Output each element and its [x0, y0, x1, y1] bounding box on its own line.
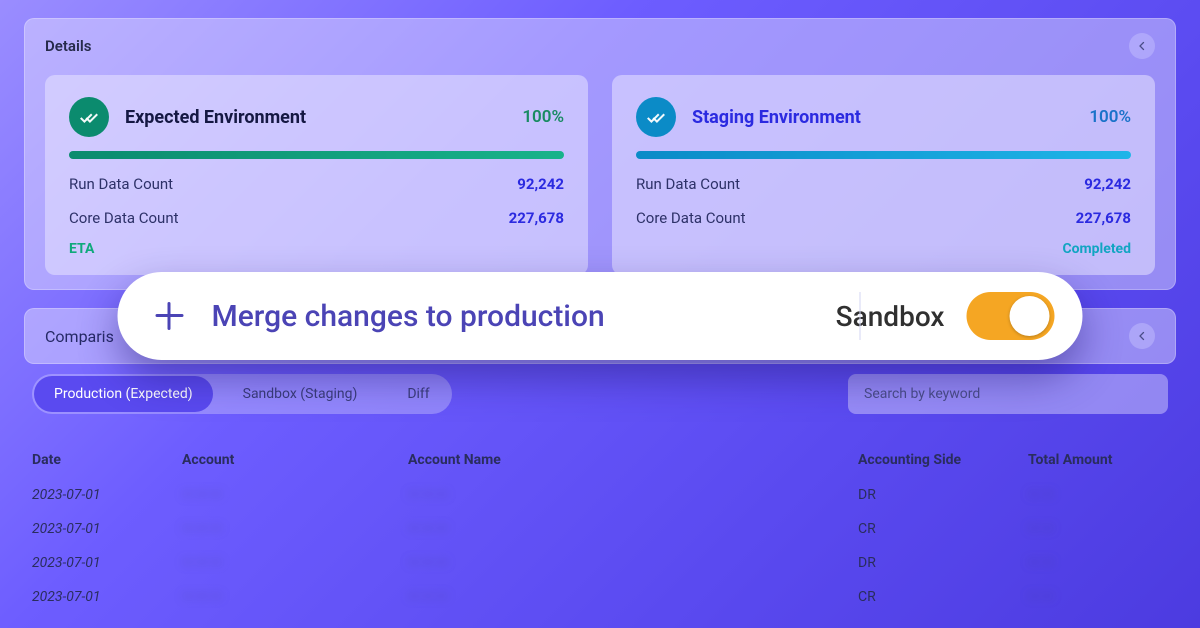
run-data-label: Run Data Count [636, 175, 740, 193]
cell-amount: — — [1020, 478, 1176, 512]
cell-amount: — — [1020, 546, 1176, 580]
chevron-left-icon [1136, 40, 1148, 52]
cell-account: — — — [174, 546, 400, 580]
percent-complete: 100% [522, 107, 564, 127]
environment-tabs: Production (Expected) Sandbox (Staging) … [32, 374, 452, 414]
col-account-name: Account Name [400, 442, 850, 478]
merge-button[interactable]: Merge changes to production [154, 299, 810, 334]
eta-label: ETA [69, 241, 564, 257]
table-row[interactable]: 2023-07-01— — —— — —CR— — [24, 580, 1176, 614]
staging-environment-card: Staging Environment 100% Run Data Count … [612, 75, 1155, 275]
cell-account-name: — — — [400, 512, 850, 546]
cell-account-name: — — — [400, 478, 850, 512]
cell-date: 2023-07-01 [24, 580, 174, 614]
cell-account: — — — [174, 478, 400, 512]
cell-account: — — — [174, 580, 400, 614]
search-input[interactable]: Search by keyword [848, 374, 1168, 414]
core-data-label: Core Data Count [636, 209, 746, 227]
cell-date: 2023-07-01 [24, 512, 174, 546]
chevron-left-icon [1136, 330, 1148, 342]
progress-bar [636, 151, 1131, 159]
cell-side: DR [850, 478, 1020, 512]
cell-date: 2023-07-01 [24, 546, 174, 580]
cell-date: 2023-07-01 [24, 478, 174, 512]
core-data-value: 227,678 [509, 209, 564, 227]
comparison-title: Comparis [45, 327, 114, 346]
run-data-label: Run Data Count [69, 175, 173, 193]
expected-environment-card: Expected Environment 100% Run Data Count… [45, 75, 588, 275]
merge-label: Merge changes to production [212, 299, 605, 334]
tab-sandbox[interactable]: Sandbox (Staging) [223, 376, 378, 412]
cell-amount: — — [1020, 580, 1176, 614]
core-data-value: 227,678 [1076, 209, 1131, 227]
cell-side: CR [850, 580, 1020, 614]
cell-amount: — — [1020, 512, 1176, 546]
table-row[interactable]: 2023-07-01— — —— — —CR— — [24, 512, 1176, 546]
double-check-icon [636, 97, 676, 137]
col-date: Date [24, 442, 174, 478]
run-data-value: 92,242 [517, 175, 564, 193]
toggle-knob [1010, 296, 1050, 336]
cell-side: CR [850, 512, 1020, 546]
tab-diff[interactable]: Diff [387, 376, 449, 412]
card-title: Staging Environment [692, 107, 861, 128]
card-title: Expected Environment [125, 107, 306, 128]
plus-icon [154, 300, 186, 332]
merge-dialog: Merge changes to production Sandbox [118, 272, 1083, 360]
cell-account: — — — [174, 512, 400, 546]
sandbox-toggle[interactable] [967, 292, 1055, 340]
col-account: Account [174, 442, 400, 478]
percent-complete: 100% [1089, 107, 1131, 127]
table-row[interactable]: 2023-07-01— — —— — —DR— — [24, 546, 1176, 580]
journal-table: Date Account Account Name Accounting Sid… [24, 442, 1176, 614]
col-total-amount: Total Amount [1020, 442, 1176, 478]
details-panel: Details Expected Environment 100% [24, 18, 1176, 290]
progress-bar [69, 151, 564, 159]
cell-account-name: — — — [400, 546, 850, 580]
col-accounting-side: Accounting Side [850, 442, 1020, 478]
cell-account-name: — — — [400, 580, 850, 614]
cell-side: DR [850, 546, 1020, 580]
double-check-icon [69, 97, 109, 137]
comparison-collapse-button[interactable] [1129, 323, 1155, 349]
details-collapse-button[interactable] [1129, 33, 1155, 59]
details-title: Details [45, 37, 91, 55]
core-data-label: Core Data Count [69, 209, 179, 227]
tab-production[interactable]: Production (Expected) [34, 376, 213, 412]
sandbox-label: Sandbox [836, 300, 945, 333]
table-row[interactable]: 2023-07-01— — —— — —DR— — [24, 478, 1176, 512]
run-data-value: 92,242 [1084, 175, 1131, 193]
eta-label: Completed [636, 241, 1131, 257]
